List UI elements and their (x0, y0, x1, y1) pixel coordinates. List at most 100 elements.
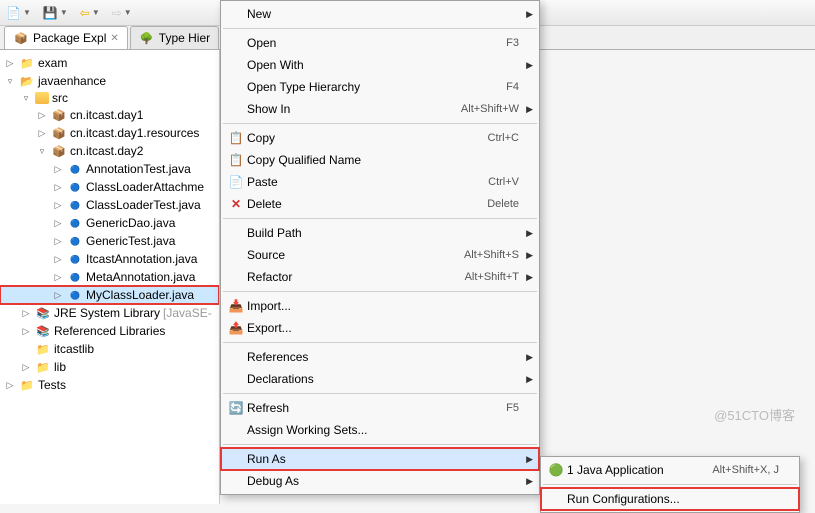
java-file-icon (67, 215, 83, 231)
expand-icon[interactable]: ▷ (52, 164, 64, 175)
submenu-arrow-icon: ▶ (526, 228, 533, 239)
expand-icon[interactable]: ▷ (36, 110, 48, 121)
folder-itcastlib[interactable]: ▷itcastlib (0, 340, 219, 358)
menu-delete[interactable]: ✕DeleteDelete (221, 193, 539, 215)
menu-open-type-hierarchy[interactable]: Open Type HierarchyF4 (221, 76, 539, 98)
expand-icon[interactable]: ▷ (20, 326, 32, 337)
expand-icon[interactable]: ▷ (4, 380, 16, 391)
menu-debug-as[interactable]: Debug As▶ (221, 470, 539, 492)
expand-icon[interactable]: ▷ (52, 272, 64, 283)
menu-separator (223, 28, 537, 29)
expand-icon[interactable]: ▷ (4, 58, 16, 69)
menu-paste[interactable]: 📄PasteCtrl+V (221, 171, 539, 193)
folder-icon (19, 377, 35, 393)
expand-icon[interactable]: ▷ (52, 218, 64, 229)
menu-open[interactable]: OpenF3 (221, 32, 539, 54)
library-icon (35, 305, 51, 321)
paste-icon: 📄 (225, 175, 247, 189)
menu-source[interactable]: SourceAlt+Shift+S▶ (221, 244, 539, 266)
java-file[interactable]: ▷ItcastAnnotation.java (0, 250, 219, 268)
folder-icon (35, 359, 51, 375)
collapse-icon[interactable]: ▿ (36, 146, 48, 157)
menu-show-in[interactable]: Show InAlt+Shift+W▶ (221, 98, 539, 120)
java-file-icon (67, 161, 83, 177)
submenu-run-configurations[interactable]: Run Configurations... (541, 488, 799, 510)
menu-refresh[interactable]: 🔄RefreshF5 (221, 397, 539, 419)
submenu-java-application[interactable]: 🟢1 Java ApplicationAlt+Shift+X, J (541, 459, 799, 481)
refresh-icon: 🔄 (225, 401, 247, 415)
run-as-submenu: 🟢1 Java ApplicationAlt+Shift+X, J Run Co… (540, 456, 800, 513)
project-exam[interactable]: ▷exam (0, 54, 219, 72)
close-icon[interactable]: ✕ (110, 33, 118, 44)
referenced-libraries[interactable]: ▷Referenced Libraries (0, 322, 219, 340)
menu-copy-qualified-name[interactable]: 📋Copy Qualified Name (221, 149, 539, 171)
expand-icon[interactable]: ▷ (52, 290, 64, 301)
project-tests[interactable]: ▷Tests (0, 376, 219, 394)
submenu-arrow-icon: ▶ (526, 272, 533, 283)
tab-type-hierarchy[interactable]: 🌳 Type Hier (130, 26, 219, 49)
package-explorer-tree: ▷exam ▿javaenhance ▿src ▷cn.itcast.day1 … (0, 50, 220, 504)
java-file[interactable]: ▷AnnotationTest.java (0, 160, 219, 178)
menu-refactor[interactable]: RefactorAlt+Shift+T▶ (221, 266, 539, 288)
menu-copy[interactable]: 📋CopyCtrl+C (221, 127, 539, 149)
folder-lib[interactable]: ▷lib (0, 358, 219, 376)
copy-icon: 📋 (225, 153, 247, 167)
toolbar-save-button[interactable]: 💾▼ (41, 4, 70, 22)
expand-icon[interactable]: ▷ (52, 200, 64, 211)
collapse-icon[interactable]: ▿ (4, 76, 16, 87)
expand-icon[interactable]: ▷ (52, 182, 64, 193)
menu-references[interactable]: References▶ (221, 346, 539, 368)
delete-icon: ✕ (225, 197, 247, 211)
menu-new[interactable]: New▶ (221, 3, 539, 25)
toolbar-new-button[interactable]: 📄▼ (4, 4, 33, 22)
java-file[interactable]: ▷GenericDao.java (0, 214, 219, 232)
collapse-icon[interactable]: ▿ (20, 93, 32, 104)
submenu-arrow-icon: ▶ (526, 476, 533, 487)
toolbar-back-button[interactable]: ⇦▼ (78, 4, 102, 22)
package-icon (51, 143, 67, 159)
java-app-icon: 🟢 (545, 463, 567, 477)
jre-library[interactable]: ▷JRE System Library [JavaSE- (0, 304, 219, 322)
java-file[interactable]: ▷MetaAnnotation.java (0, 268, 219, 286)
package-day2[interactable]: ▿cn.itcast.day2 (0, 142, 219, 160)
export-icon: 📤 (225, 321, 247, 335)
tab-package-explorer[interactable]: 📦 Package Expl ✕ (4, 26, 128, 49)
java-file[interactable]: ▷GenericTest.java (0, 232, 219, 250)
package-day1[interactable]: ▷cn.itcast.day1 (0, 106, 219, 124)
submenu-arrow-icon: ▶ (526, 454, 533, 465)
menu-separator (223, 123, 537, 124)
submenu-arrow-icon: ▶ (526, 352, 533, 363)
menu-build-path[interactable]: Build Path▶ (221, 222, 539, 244)
folder-open-icon (19, 73, 35, 89)
project-javaenhance[interactable]: ▿javaenhance (0, 72, 219, 90)
folder-icon (35, 341, 51, 357)
expand-icon[interactable]: ▷ (20, 308, 32, 319)
toolbar-forward-button[interactable]: ⇨▼ (110, 4, 134, 22)
menu-open-with[interactable]: Open With▶ (221, 54, 539, 76)
java-file[interactable]: ▷ClassLoaderAttachme (0, 178, 219, 196)
menu-separator (223, 291, 537, 292)
java-file-icon (67, 269, 83, 285)
library-icon (35, 323, 51, 339)
java-file-icon (67, 197, 83, 213)
menu-separator (223, 444, 537, 445)
menu-assign-working-sets[interactable]: Assign Working Sets... (221, 419, 539, 441)
menu-export[interactable]: 📤Export... (221, 317, 539, 339)
src-folder[interactable]: ▿src (0, 90, 219, 106)
expand-icon[interactable]: ▷ (52, 254, 64, 265)
expand-icon[interactable]: ▷ (20, 362, 32, 373)
package-day1-resources[interactable]: ▷cn.itcast.day1.resources (0, 124, 219, 142)
java-file-icon (67, 233, 83, 249)
menu-run-as[interactable]: Run As▶ (221, 448, 539, 470)
java-file-selected[interactable]: ▷MyClassLoader.java (0, 286, 219, 304)
java-file[interactable]: ▷ClassLoaderTest.java (0, 196, 219, 214)
menu-separator (543, 484, 797, 485)
copy-icon: 📋 (225, 131, 247, 145)
menu-import[interactable]: 📥Import... (221, 295, 539, 317)
menu-separator (223, 218, 537, 219)
menu-declarations[interactable]: Declarations▶ (221, 368, 539, 390)
expand-icon[interactable]: ▷ (36, 128, 48, 139)
submenu-arrow-icon: ▶ (526, 104, 533, 115)
menu-separator (223, 393, 537, 394)
expand-icon[interactable]: ▷ (52, 236, 64, 247)
